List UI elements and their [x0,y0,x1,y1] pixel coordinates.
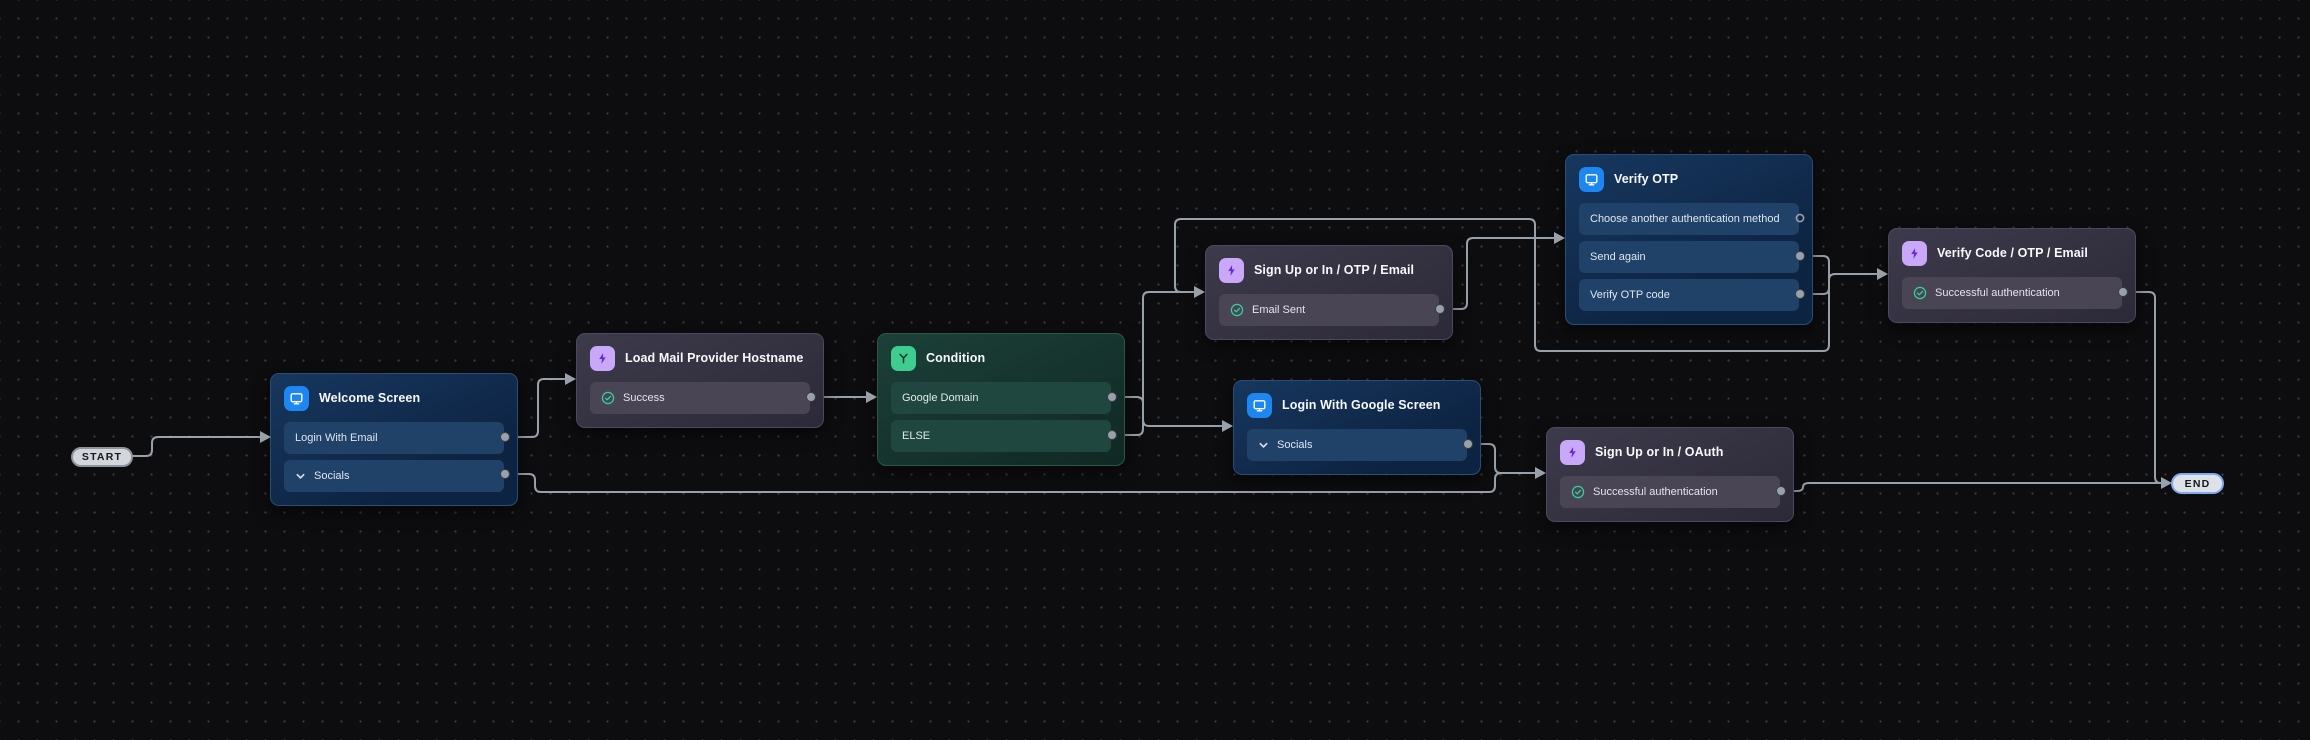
node-title: Verify Code / OTP / Email [1937,246,2088,260]
node-row[interactable]: Google Domain [891,382,1111,414]
row-label: Login With Email [295,432,378,444]
row-label: Success [623,392,665,404]
node-header: Verify Code / OTP / Email [1902,229,2122,277]
node-header: Sign Up or In / OTP / Email [1219,246,1439,294]
input-arrow-login-google [1222,420,1233,432]
node-login-with-google-screen[interactable]: Login With Google Screen Socials [1233,380,1481,475]
node-row[interactable]: Choose another authentication method [1579,203,1799,235]
input-arrow-condition [866,391,877,403]
edge-start-to-welcome[interactable] [132,436,261,457]
node-header: Welcome Screen [284,374,504,422]
node-verify-otp[interactable]: Verify OTP Choose another authentication… [1565,154,1813,325]
edge-email-sent-to-verify-otp[interactable] [1439,237,1555,310]
node-row[interactable]: Socials [1247,429,1467,461]
node-title: Sign Up or In / OAuth [1595,445,1724,459]
node-row[interactable]: Successful authentication [1560,476,1780,508]
edges-layer [132,218,2162,493]
row-label: Socials [314,470,350,482]
input-arrow-signup-otp [1194,286,1205,298]
node-row[interactable]: ELSE [891,420,1111,452]
node-load-mail-provider-hostname[interactable]: Load Mail Provider Hostname Success [576,333,824,428]
node-row[interactable]: Socials [284,460,504,492]
chevron-down-icon [295,471,306,482]
node-row[interactable]: Send again [1579,241,1799,273]
flow-canvas[interactable]: START END Welcome Screen Login With Emai… [0,0,2310,740]
branch-icon [891,345,916,371]
edge-oauth-success-to-end[interactable] [1780,482,2162,492]
node-title: Sign Up or In / OTP / Email [1254,263,1415,277]
edge-welcome-socials-to-oauth[interactable] [504,472,1536,493]
row-label: Google Domain [902,392,979,404]
node-header: Verify OTP [1579,155,1799,203]
row-label: Choose another authentication method [1590,213,1780,225]
chevron-down-icon [1258,440,1269,451]
node-header: Load Mail Provider Hostname [590,334,810,382]
node-row[interactable]: Login With Email [284,422,504,454]
node-header: Login With Google Screen [1247,381,1467,429]
ports-layer [260,213,2172,496]
node-condition[interactable]: Condition Google Domain ELSE [877,333,1125,466]
node-title: Load Mail Provider Hostname [625,351,804,365]
node-welcome-screen[interactable]: Welcome Screen Login With Email Socials [270,373,518,506]
screen-icon [284,385,309,411]
start-pill[interactable]: START [71,447,133,467]
node-title: Condition [926,351,986,365]
row-label: Email Sent [1252,304,1306,316]
input-arrow-verify-otp [1554,232,1565,244]
row-label: Successful authentication [1593,486,1718,498]
row-label: Send again [1590,251,1646,263]
input-arrow-load-mail [565,373,576,385]
lightning-icon [1560,439,1585,465]
lightning-icon [590,345,615,371]
screen-icon [1247,392,1272,418]
screen-icon [1579,166,1604,192]
node-row[interactable]: Email Sent [1219,294,1439,326]
node-row[interactable]: Successful authentication [1902,277,2122,309]
end-pill[interactable]: END [2171,473,2224,494]
node-title: Login With Google Screen [1282,398,1441,412]
node-header: Condition [891,334,1111,382]
lightning-icon [1219,257,1244,283]
check-circle-icon [1913,286,1927,300]
row-label: Verify OTP code [1590,289,1670,301]
node-title: Welcome Screen [319,391,421,405]
row-label: ELSE [902,430,931,442]
node-row[interactable]: Success [590,382,810,414]
check-circle-icon [601,391,615,405]
edge-google-domain-to-login-google[interactable] [1111,396,1223,427]
node-sign-up-or-in-oauth[interactable]: Sign Up or In / OAuth Successful authent… [1546,427,1794,522]
input-arrow-verify-code [1877,268,1888,280]
lightning-icon [1902,240,1927,266]
node-row[interactable]: Verify OTP code [1579,279,1799,311]
node-title: Verify OTP [1614,172,1679,186]
input-arrow-oauth [1535,467,1546,479]
node-header: Sign Up or In / OAuth [1560,428,1780,476]
row-label: Successful authentication [1935,287,2060,299]
node-sign-up-or-in-otp-email[interactable]: Sign Up or In / OTP / Email Email Sent [1205,245,1453,340]
check-circle-icon [1230,303,1244,317]
check-circle-icon [1571,485,1585,499]
node-verify-code-otp-email[interactable]: Verify Code / OTP / Email Successful aut… [1888,228,2136,323]
row-label: Socials [1277,439,1313,451]
